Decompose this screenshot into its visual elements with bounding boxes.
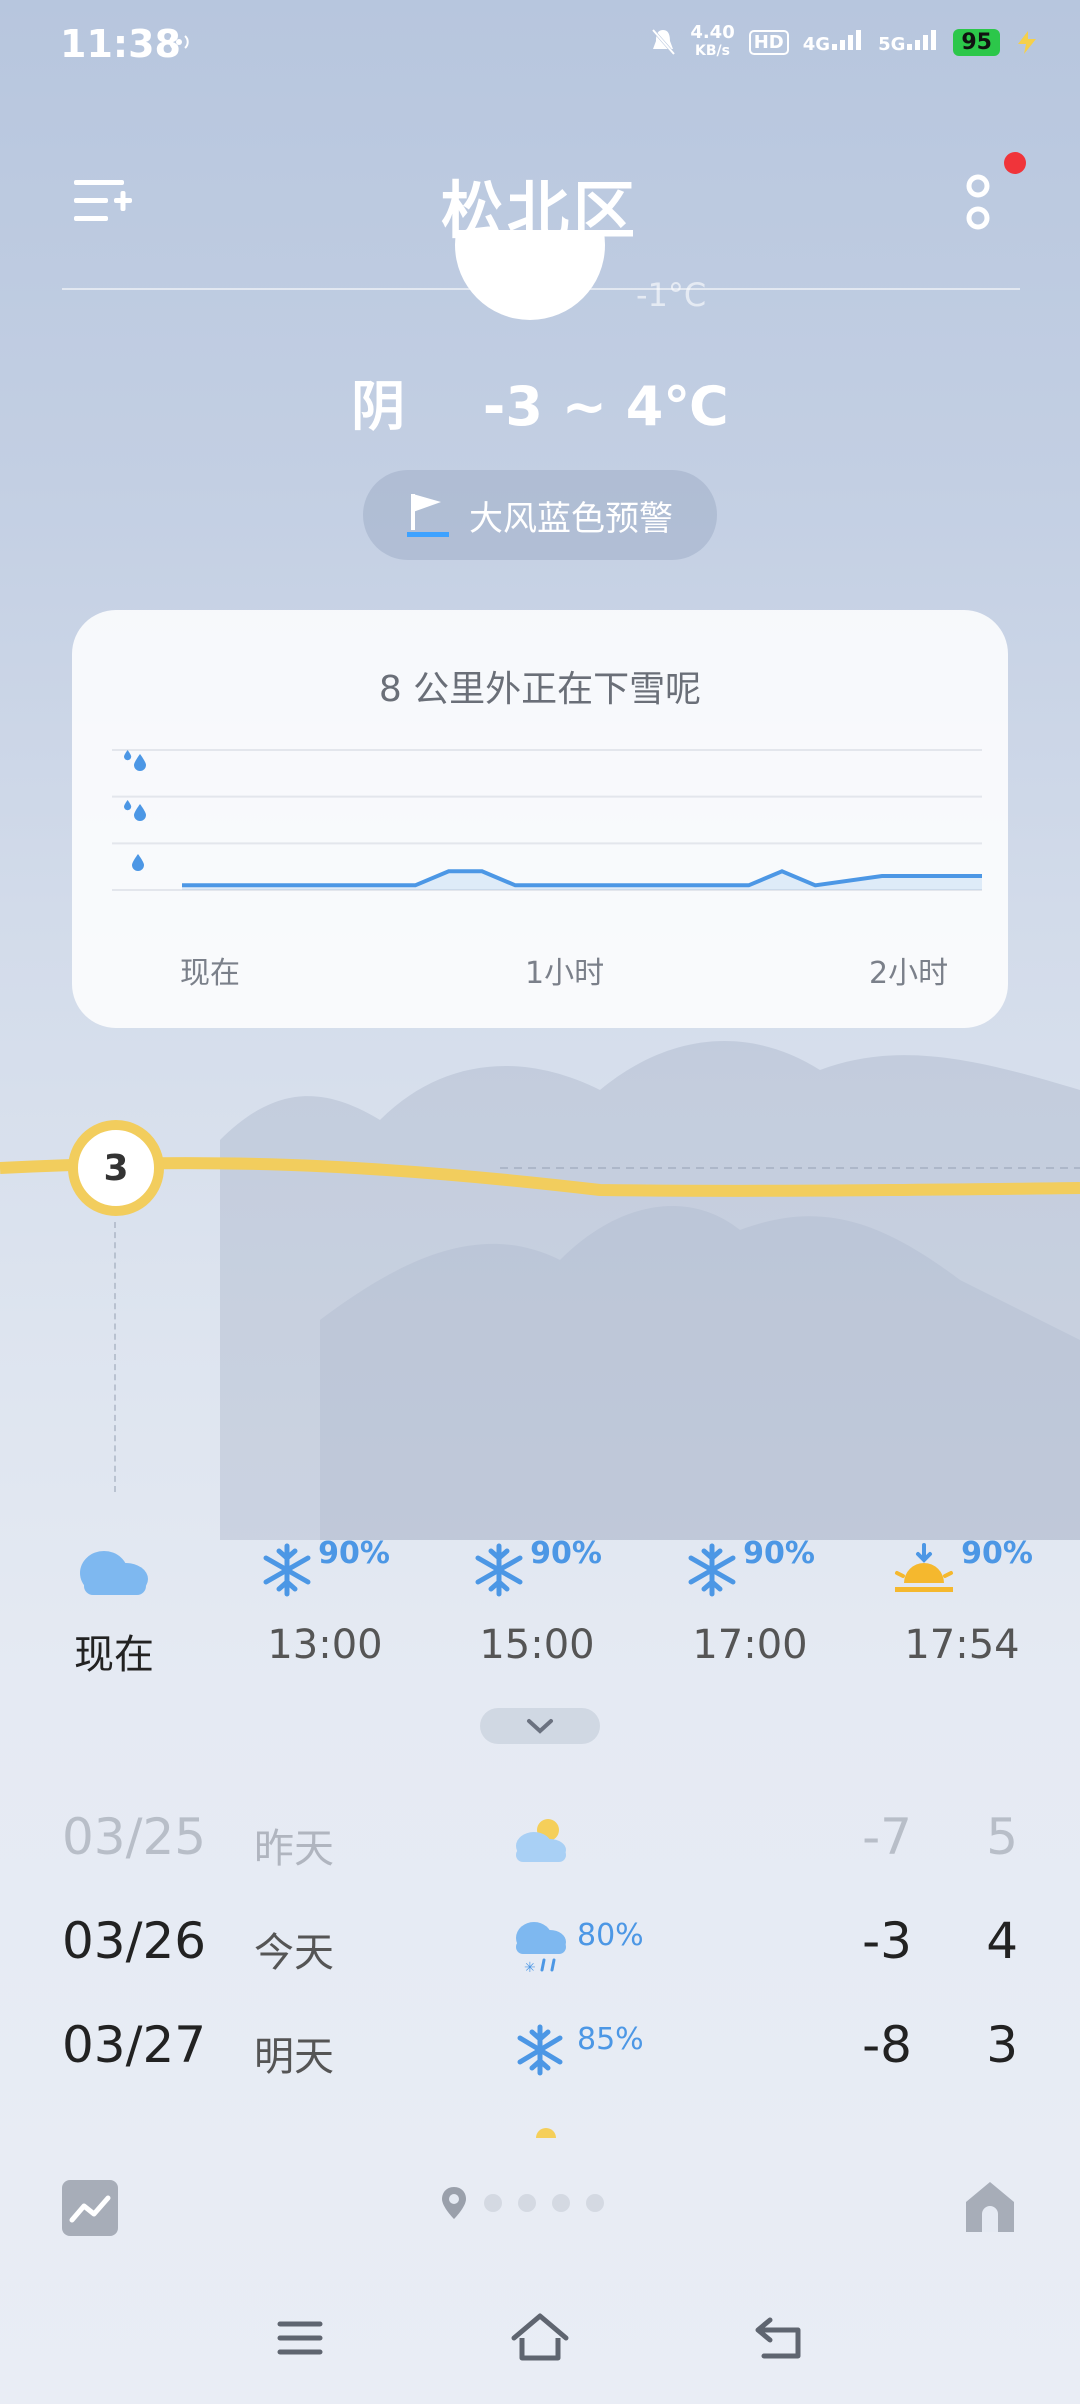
- x-label-1h: 1小时: [525, 956, 605, 991]
- day-pct: 85%: [577, 2022, 644, 2057]
- condition-row: 阴 -3 ~ 4℃: [0, 362, 1080, 441]
- day-high: 4: [986, 1912, 1018, 1970]
- signal-5g: 5G: [878, 28, 939, 56]
- x-label-now: 现在: [180, 956, 240, 991]
- more-vertical-icon[interactable]: [958, 170, 998, 236]
- expand-hourly-button[interactable]: [480, 1708, 600, 1744]
- day-date: 03/27: [62, 2016, 207, 2074]
- page-indicator[interactable]: [440, 2185, 604, 2221]
- x-label-2h: 2小时: [869, 956, 949, 991]
- battery-level: 95: [953, 28, 1000, 56]
- mountain-backdrop: [220, 1041, 1080, 1540]
- svg-text:✳: ✳: [524, 1960, 536, 1976]
- hour-time: 13:00: [267, 1622, 383, 1668]
- precipitation-card[interactable]: 8 公里外正在下雪呢 现在 1小时 2小时: [72, 610, 1008, 1028]
- daily-row[interactable]: 03/27 明天 85% -8 3: [0, 2016, 1080, 2106]
- network-speed: 4.40 KB/s: [690, 24, 734, 60]
- day-label: 今天: [254, 1930, 334, 1976]
- hour-time: 15:00: [479, 1622, 595, 1668]
- charging-icon: [1018, 31, 1036, 54]
- hour-time: 17:00: [692, 1622, 808, 1668]
- daily-row[interactable]: 03/26 今天 ✳ 80% -3 4: [0, 1912, 1080, 2002]
- status-bar: 11:38 4.40 KB/s HD 4G 5G 95: [0, 0, 1080, 90]
- warning-flag-icon: [407, 494, 449, 537]
- signal-4g: 4G: [803, 28, 864, 56]
- current-time-marker: [114, 1222, 116, 1492]
- hourly-item[interactable]: 90% 13:00: [235, 1536, 415, 1668]
- chart-grid: [112, 749, 982, 891]
- hourly-item[interactable]: 90% 17:00: [660, 1536, 840, 1668]
- weather-hero-icon: [455, 230, 605, 320]
- rain-snow-icon: ✳: [516, 1922, 566, 1976]
- page-dot[interactable]: [552, 2194, 570, 2212]
- snowflake-icon: [688, 1543, 736, 1597]
- hourly-item[interactable]: 现在: [24, 1540, 204, 1680]
- trend-chart-icon[interactable]: [62, 2180, 118, 2236]
- hour-time: 现在: [74, 1632, 154, 1678]
- cloud-icon: [80, 1551, 148, 1595]
- precip-chart: [112, 749, 982, 891]
- snowflake-icon: [475, 1543, 523, 1597]
- chevron-down-icon: [527, 1719, 553, 1734]
- rain-level-icons: [124, 750, 146, 871]
- hour-pct: 90%: [743, 1536, 815, 1571]
- day-high: 5: [986, 1808, 1018, 1866]
- day-pct: 80%: [577, 1918, 644, 1953]
- back-icon[interactable]: [752, 2314, 808, 2362]
- status-icons: 4.40 KB/s HD 4G 5G 95: [650, 24, 1040, 60]
- hd-icon: HD: [748, 29, 789, 55]
- menu-icon[interactable]: [276, 2318, 324, 2358]
- network-speed-unit: KB/s: [695, 43, 730, 59]
- hourly-item[interactable]: 90% 15:00: [447, 1536, 627, 1668]
- signal-4g-label: 4G: [802, 34, 831, 55]
- snowflake-icon: [517, 2024, 563, 2076]
- hourly-item[interactable]: 90% 17:54: [872, 1536, 1052, 1668]
- day-high: 3: [986, 2016, 1018, 2074]
- signal-bars-icon: [832, 30, 862, 50]
- daily-row[interactable]: 03/25 昨天 -7 5: [0, 1808, 1080, 1898]
- home-icon[interactable]: [962, 2178, 1018, 2236]
- partial-temp: -1°C: [636, 276, 707, 314]
- snowflake-icon: [263, 1543, 311, 1597]
- precip-title: 8 公里外正在下雪呢: [378, 669, 702, 710]
- day-label: 明天: [254, 2034, 334, 2080]
- hotspot-icon: [169, 35, 189, 49]
- location-pin-icon: [442, 2187, 466, 2219]
- day-label: 昨天: [254, 1826, 334, 1872]
- hour-pct: 90%: [530, 1536, 602, 1571]
- day-date: 03/25: [62, 1808, 207, 1866]
- current-temp-bubble[interactable]: 3: [68, 1120, 164, 1216]
- page-dot[interactable]: [484, 2194, 502, 2212]
- network-speed-value: 4.40: [690, 22, 735, 43]
- condition-text: 阴: [351, 375, 406, 438]
- weather-warning-button[interactable]: 大风蓝色预警: [363, 470, 717, 560]
- partly-cloudy-icon: [516, 1819, 566, 1862]
- medium-drops-icon: [124, 800, 146, 821]
- status-time: 11:38: [60, 22, 181, 66]
- light-drop-icon: [132, 854, 144, 871]
- notification-dot: [1004, 152, 1026, 174]
- signal-bars-icon: [907, 30, 937, 50]
- hour-time: 17:54: [904, 1622, 1020, 1668]
- warning-text: 大风蓝色预警: [469, 498, 673, 539]
- day-date: 03/26: [62, 1912, 207, 1970]
- next-day-icon-partial: [536, 2128, 556, 2138]
- hour-pct: 90%: [961, 1536, 1033, 1571]
- signal-5g-label: 5G: [878, 34, 906, 55]
- nav-home-icon[interactable]: [508, 2312, 572, 2362]
- page-dot[interactable]: [586, 2194, 604, 2212]
- day-low: -8: [862, 2016, 912, 2074]
- sunset-icon: [895, 1543, 954, 1592]
- mute-bell-icon: [652, 29, 676, 55]
- temp-range: -3 ~ 4℃: [482, 375, 729, 438]
- hour-pct: 90%: [318, 1536, 390, 1571]
- day-low: -3: [862, 1912, 912, 1970]
- day-low: -7: [862, 1808, 912, 1866]
- page-dot[interactable]: [518, 2194, 536, 2212]
- heavy-drops-icon: [124, 750, 146, 771]
